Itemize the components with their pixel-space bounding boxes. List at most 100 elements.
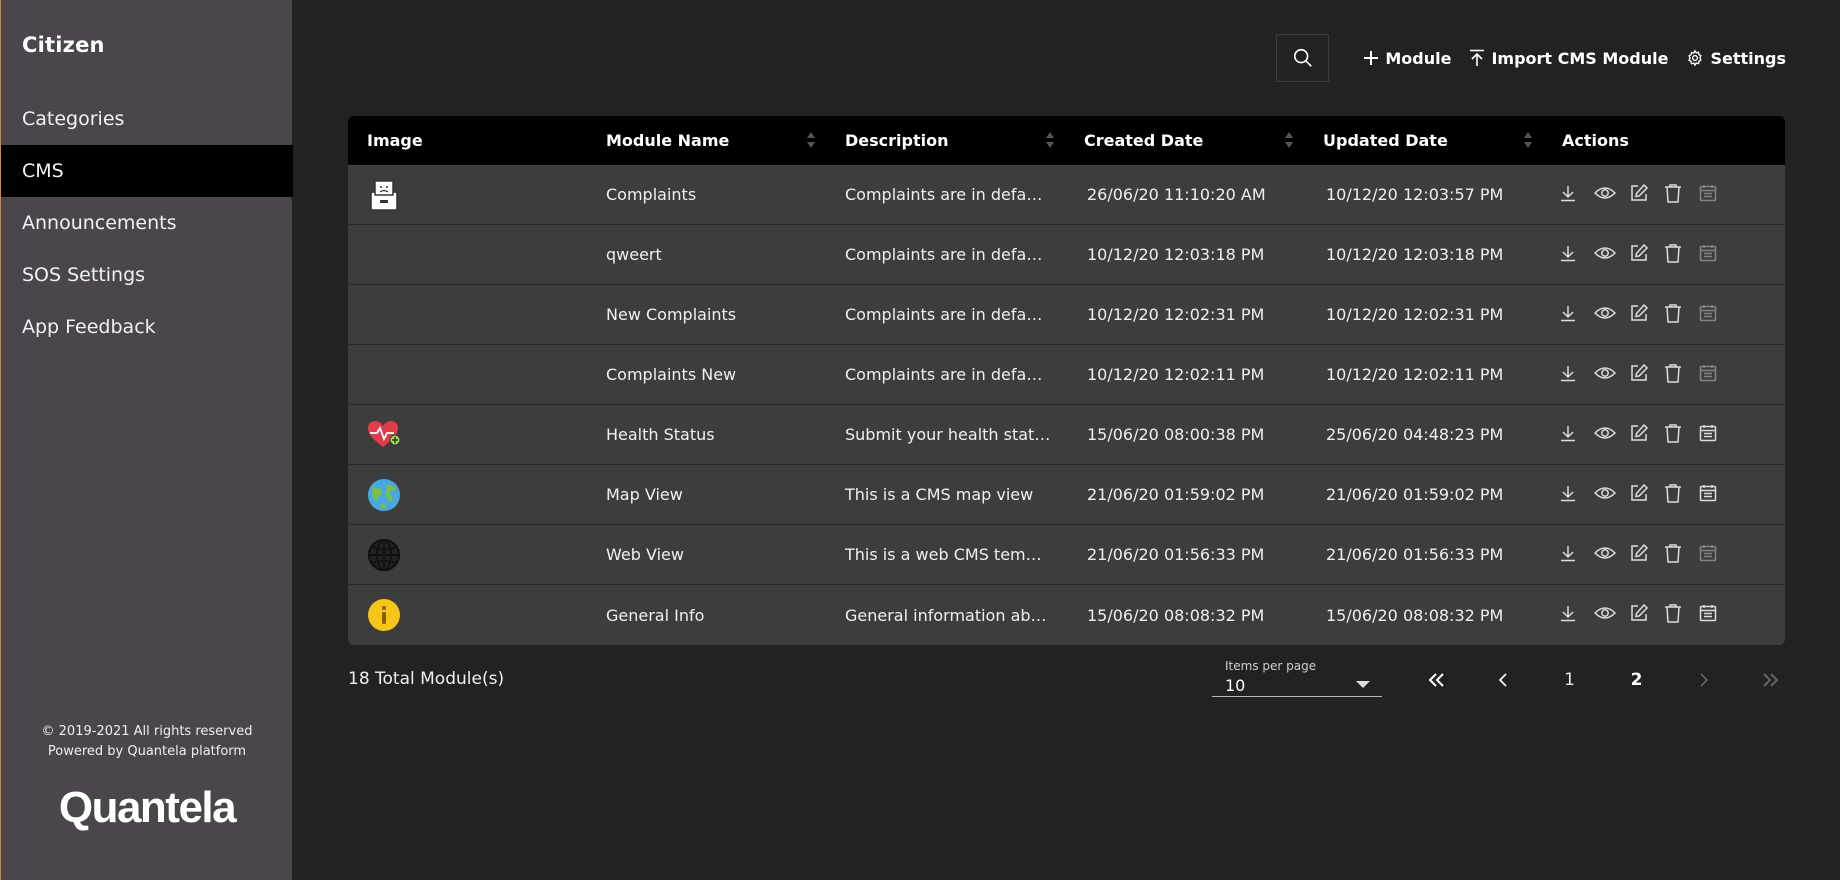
edit-button[interactable] bbox=[1629, 183, 1664, 207]
table-row[interactable]: qweert Complaints are in default ... 10/12… bbox=[348, 225, 1785, 285]
prev-page-button[interactable] bbox=[1469, 668, 1536, 692]
cell-module-name: Complaints bbox=[606, 185, 697, 204]
table-row[interactable]: Web View This is a web CMS template ... 21… bbox=[348, 525, 1785, 585]
header-created-date[interactable]: Created Date bbox=[1065, 116, 1304, 165]
table-row[interactable]: Map View This is a CMS map view 21/06/20 0… bbox=[348, 465, 1785, 525]
cell-actions bbox=[1543, 543, 1785, 567]
edit-button[interactable] bbox=[1629, 303, 1664, 327]
search-button[interactable] bbox=[1276, 34, 1330, 82]
import-cms-module-label: Import CMS Module bbox=[1491, 48, 1669, 68]
edit-button[interactable] bbox=[1629, 543, 1664, 567]
cell-module-name: Complaints New bbox=[606, 365, 737, 384]
cell-updated-date: 10/12/20 12:02:31 PM bbox=[1326, 305, 1504, 324]
calendar-button[interactable] bbox=[1699, 183, 1734, 207]
eye-button[interactable] bbox=[1593, 303, 1629, 327]
calendar-button[interactable] bbox=[1699, 603, 1734, 627]
edit-button[interactable] bbox=[1629, 363, 1664, 387]
download-button[interactable] bbox=[1559, 243, 1594, 267]
table-row[interactable]: Complaints New Complaints are in default … bbox=[348, 345, 1785, 405]
eye-button[interactable] bbox=[1593, 363, 1629, 387]
chevron-right-icon bbox=[1699, 673, 1708, 687]
sidebar-item-categories[interactable]: Categories bbox=[1, 93, 293, 145]
calendar-button[interactable] bbox=[1699, 483, 1734, 507]
items-per-page-select[interactable]: Items per page 10 bbox=[1212, 657, 1382, 697]
eye-button[interactable] bbox=[1593, 183, 1629, 207]
sort-icon[interactable] bbox=[1045, 130, 1055, 150]
items-per-page-value: 10 bbox=[1225, 676, 1246, 695]
chevron-down-icon bbox=[1356, 681, 1370, 688]
sort-icon[interactable] bbox=[1284, 130, 1294, 150]
eye-icon bbox=[1593, 305, 1617, 325]
edit-button[interactable] bbox=[1629, 483, 1664, 507]
edit-button[interactable] bbox=[1629, 243, 1664, 267]
download-button[interactable] bbox=[1559, 543, 1594, 567]
header-created-date-label: Created Date bbox=[1084, 131, 1204, 150]
page-2-button[interactable]: 2 bbox=[1603, 668, 1670, 692]
eye-button[interactable] bbox=[1593, 243, 1629, 267]
edit-icon bbox=[1629, 423, 1649, 447]
cell-actions bbox=[1543, 423, 1785, 447]
download-icon bbox=[1559, 244, 1577, 266]
table-body: Complaints Complaints are in default ... 2… bbox=[348, 165, 1785, 645]
trash-button[interactable] bbox=[1664, 483, 1699, 507]
download-button[interactable] bbox=[1559, 423, 1594, 447]
table-row[interactable]: New Complaints Complaints are in default … bbox=[348, 285, 1785, 345]
calendar-icon bbox=[1699, 484, 1717, 506]
edit-icon bbox=[1629, 303, 1649, 327]
eye-button[interactable] bbox=[1593, 423, 1629, 447]
trash-button[interactable] bbox=[1664, 603, 1699, 627]
earth-globe-icon bbox=[367, 478, 401, 512]
table-row[interactable]: Complaints Complaints are in default ... 2… bbox=[348, 165, 1785, 225]
trash-button[interactable] bbox=[1664, 243, 1699, 267]
sidebar-item-app-feedback[interactable]: App Feedback bbox=[1, 301, 293, 353]
info-icon bbox=[367, 598, 401, 632]
table-row[interactable]: Health Status Submit your health status .… bbox=[348, 405, 1785, 465]
table-row[interactable]: General Info General information about ..… bbox=[348, 585, 1785, 645]
sort-icon[interactable] bbox=[1523, 130, 1533, 150]
add-module-button[interactable]: Module bbox=[1363, 49, 1451, 68]
eye-button[interactable] bbox=[1593, 483, 1629, 507]
page-1-button[interactable]: 1 bbox=[1536, 668, 1603, 692]
import-cms-module-button[interactable]: Import CMS Module bbox=[1469, 49, 1668, 68]
download-button[interactable] bbox=[1559, 183, 1594, 207]
download-button[interactable] bbox=[1559, 363, 1594, 387]
first-page-button[interactable] bbox=[1402, 668, 1469, 692]
cell-description: This is a web CMS template ... bbox=[845, 545, 1065, 564]
cell-module-name: Map View bbox=[606, 485, 683, 504]
calendar-button[interactable] bbox=[1699, 363, 1734, 387]
calendar-button[interactable] bbox=[1699, 303, 1734, 327]
calendar-button[interactable] bbox=[1699, 243, 1734, 267]
trash-button[interactable] bbox=[1664, 183, 1699, 207]
trash-button[interactable] bbox=[1664, 423, 1699, 447]
header-updated-date[interactable]: Updated Date bbox=[1304, 116, 1543, 165]
eye-button[interactable] bbox=[1593, 603, 1629, 627]
download-button[interactable] bbox=[1559, 603, 1594, 627]
quantela-logo: Quantela bbox=[58, 783, 237, 832]
calendar-button[interactable] bbox=[1699, 423, 1734, 447]
trash-button[interactable] bbox=[1664, 543, 1699, 567]
last-page-button[interactable] bbox=[1737, 668, 1804, 692]
settings-button[interactable]: Settings bbox=[1686, 49, 1786, 68]
next-page-button[interactable] bbox=[1670, 668, 1737, 692]
sort-icon[interactable] bbox=[806, 130, 816, 150]
trash-button[interactable] bbox=[1664, 363, 1699, 387]
download-icon bbox=[1559, 424, 1577, 446]
calendar-button[interactable] bbox=[1699, 543, 1734, 567]
eye-button[interactable] bbox=[1593, 543, 1629, 567]
download-button[interactable] bbox=[1559, 483, 1594, 507]
sidebar-item-cms[interactable]: CMS bbox=[1, 145, 293, 197]
sidebar-item-announcements[interactable]: Announcements bbox=[1, 197, 293, 249]
cell-updated-date: 21/06/20 01:59:02 PM bbox=[1326, 485, 1504, 504]
add-module-label: Module bbox=[1385, 48, 1452, 68]
sidebar-item-sos-settings[interactable]: SOS Settings bbox=[1, 249, 293, 301]
edit-button[interactable] bbox=[1629, 603, 1664, 627]
header-description[interactable]: Description bbox=[826, 116, 1065, 165]
cell-created-date: 10/12/20 12:02:31 PM bbox=[1087, 305, 1265, 324]
download-button[interactable] bbox=[1559, 303, 1594, 327]
edit-button[interactable] bbox=[1629, 423, 1664, 447]
cell-description: Complaints are in default ... bbox=[845, 245, 1065, 264]
header-module-name[interactable]: Module Name bbox=[587, 116, 826, 165]
cell-actions bbox=[1543, 183, 1785, 207]
trash-button[interactable] bbox=[1664, 303, 1699, 327]
cell-module-name: Health Status bbox=[606, 425, 715, 444]
